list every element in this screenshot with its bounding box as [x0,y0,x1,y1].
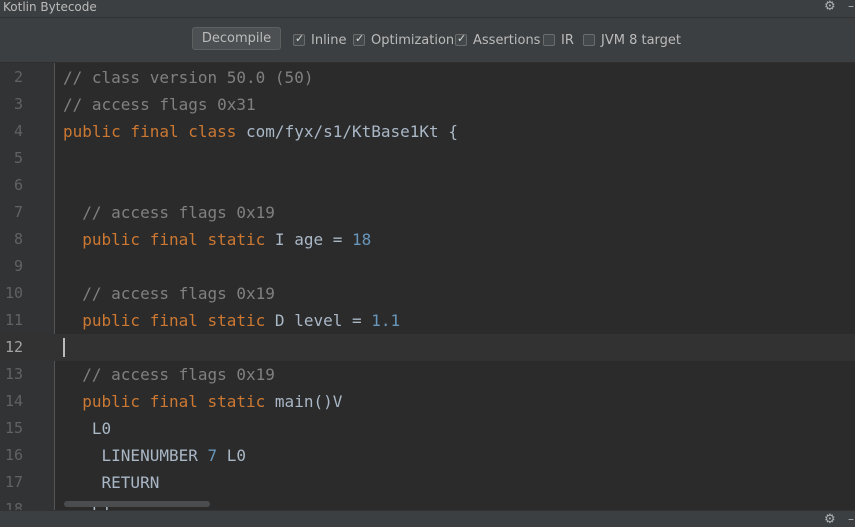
jvm8-target-checkbox[interactable]: ✓ [583,34,595,46]
code-token: // access flags 0x19 [63,203,275,222]
line-number: 3 [13,95,23,113]
code-text: public final static D level = 1.1 [63,307,400,334]
code-token: L0 [63,419,112,438]
code-token: I age = [274,230,352,249]
check-icon: ✓ [295,32,305,45]
jvm8-target-option[interactable]: ✓ JVM 8 target [583,32,681,48]
code-token: LINENUMBER [63,446,208,465]
line-number: 16 [4,446,23,464]
code-line[interactable]: 5 [0,145,855,172]
line-number: 8 [13,230,23,248]
code-token: main()V [274,392,343,411]
assertions-checkbox[interactable]: ✓ [455,32,467,46]
code-token: public final static [63,230,275,249]
check-icon: ✓ [355,32,365,45]
code-token: com/fyx/s1/KtBase1Kt { [246,122,458,141]
code-line[interactable]: 12 [0,334,855,361]
code-line[interactable]: 6 [0,172,855,199]
code-text: // access flags 0x19 [63,361,275,388]
check-icon: ✓ [457,32,467,45]
optimization-checkbox[interactable]: ✓ [353,32,365,46]
code-text: RETURN [63,469,160,496]
text-caret [63,338,65,357]
ir-checkbox[interactable]: ✓ [543,34,555,46]
line-number: 10 [4,284,23,302]
hide-icon[interactable]: – [848,0,854,13]
tool-window-header: Kotlin Bytecode ⚙ – [0,0,855,18]
code-line[interactable]: 2 // class version 50.0 (50) [0,64,855,91]
horizontal-scrollbar[interactable] [64,501,210,507]
line-number: 2 [13,68,23,86]
code-line[interactable]: 13 // access flags 0x19 [0,361,855,388]
line-number: 11 [4,311,23,329]
bytecode-toolbar: Decompile ✓ Inline ✓ Optimization ✓ Asse… [0,18,855,63]
line-number: 5 [13,149,23,167]
decompile-button[interactable]: Decompile [192,27,281,50]
bottom-tool-window-header: ⚙ – [0,510,855,527]
code-text: public final static main()V [63,388,342,415]
assertions-label: Assertions [473,32,541,48]
line-number: 14 [4,392,23,410]
code-text: // access flags 0x31 [63,91,256,118]
code-text: // access flags 0x19 [63,199,275,226]
code-token: RETURN [63,473,160,492]
code-token: L0 [217,446,247,465]
line-number: 7 [13,203,23,221]
gear-icon[interactable]: ⚙ [824,0,836,14]
optimization-label: Optimization [371,32,455,48]
bytecode-editor[interactable]: 2 // class version 50.0 (50) 3 // access fl… [0,63,855,510]
optimization-option[interactable]: ✓ Optimization [353,32,454,48]
ir-option[interactable]: ✓ IR [543,32,574,48]
code-text: // access flags 0x19 [63,280,275,307]
code-line[interactable]: 9 [0,253,855,280]
code-line[interactable]: 11 public final static D level = 1.1 [0,307,855,334]
line-number: 12 [4,338,23,356]
code-text: L0 [63,415,111,442]
code-text: public final class com/fyx/s1/KtBase1Kt … [63,118,458,145]
code-token: public final static [63,311,275,330]
jvm8-target-label: JVM 8 target [601,32,682,48]
code-line[interactable]: 3 // access flags 0x31 [0,91,855,118]
code-line[interactable]: 10 // access flags 0x19 [0,280,855,307]
line-number: 4 [13,122,23,140]
code-token: // access flags 0x19 [63,284,275,303]
line-number: 17 [4,473,23,491]
code-text: // class version 50.0 (50) [63,64,313,91]
line-number: 13 [4,365,23,383]
code-line[interactable]: 17 RETURN [0,469,855,496]
gear-icon[interactable]: ⚙ [824,512,836,527]
code-line[interactable]: 8 public final static I age = 18 [0,226,855,253]
line-number: 9 [13,257,23,275]
code-line[interactable]: 14 public final static main()V [0,388,855,415]
code-text: LINENUMBER 7 L0 [63,442,247,469]
line-number: 18 [4,500,23,510]
inline-label: Inline [311,32,347,48]
hide-icon[interactable]: – [848,512,854,526]
code-token: public final static [63,392,275,411]
assertions-option[interactable]: ✓ Assertions [455,32,540,48]
code-line[interactable]: 15 L0 [0,415,855,442]
inline-option[interactable]: ✓ Inline [293,32,347,48]
code-token: public final class [63,122,247,141]
code-line[interactable]: 16 LINENUMBER 7 L0 [0,442,855,469]
code-token: D level = [274,311,372,330]
code-token: 1.1 [371,311,401,330]
code-token: 18 [351,230,372,249]
line-number: 15 [4,419,23,437]
code-token: 7 [207,446,218,465]
code-text: public final static I age = 18 [63,226,371,253]
line-number: 6 [13,176,23,194]
ir-label: IR [561,32,574,48]
code-line[interactable]: 7 // access flags 0x19 [0,199,855,226]
code-token: // access flags 0x31 [63,95,256,114]
tool-window-title: Kotlin Bytecode [3,0,97,14]
code-line[interactable]: 4 public final class com/fyx/s1/KtBase1Kt… [0,118,855,145]
inline-checkbox[interactable]: ✓ [293,32,305,46]
code-token: // class version 50.0 (50) [63,68,314,87]
code-token: // access flags 0x19 [63,365,275,384]
